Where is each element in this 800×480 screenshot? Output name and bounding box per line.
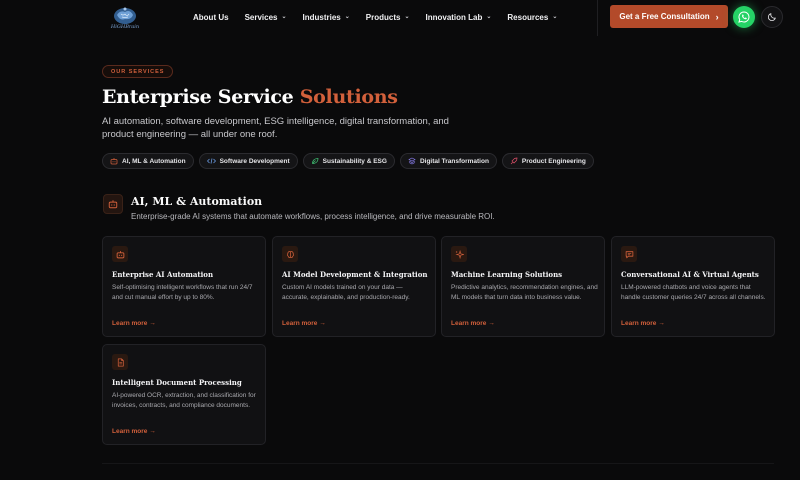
card-title: Enterprise AI Automation xyxy=(112,270,214,279)
nav-link-label: About Us xyxy=(193,12,229,22)
chip-label: Product Engineering xyxy=(521,157,586,165)
title-main: Enterprise Service xyxy=(102,86,294,108)
page-title: Enterprise Service Solutions xyxy=(102,86,398,108)
brain-icon xyxy=(286,250,294,258)
section-subtitle: Enterprise-grade AI systems that automat… xyxy=(131,212,495,221)
logo[interactable]: HiGHBrain xyxy=(110,3,140,33)
document-icon xyxy=(117,357,124,367)
top-navigation: HiGHBrain About Us Services ⌄ Industries ⌄… xyxy=(0,0,800,36)
chip-label: Digital Transformation xyxy=(419,157,489,165)
code-icon xyxy=(206,158,216,164)
service-category-chips: AI, ML & Automation Software Development… xyxy=(102,153,594,169)
chevron-down-icon: ⌄ xyxy=(486,13,492,20)
chip-digital-transformation[interactable]: Digital Transformation xyxy=(399,153,497,169)
cta-label: Get a Free Consultation xyxy=(619,12,710,21)
card-description: LLM-powered chatbots and voice agents th… xyxy=(621,284,766,302)
chat-icon xyxy=(625,250,633,258)
card-title: AI Model Development & Integration xyxy=(282,270,428,279)
chevron-right-icon: › xyxy=(715,11,719,22)
brain-logo-icon xyxy=(114,7,136,24)
chevron-down-icon: ⌄ xyxy=(281,13,287,20)
card-icon xyxy=(112,354,128,370)
card-icon xyxy=(112,246,128,262)
chevron-down-icon: ⌄ xyxy=(344,13,350,20)
nav-link-services[interactable]: Services ⌄ xyxy=(245,13,287,22)
card-description: Predictive analytics, recommendation eng… xyxy=(451,284,598,302)
logo-text: HiGHBrain xyxy=(110,24,140,30)
layers-icon xyxy=(408,157,416,165)
learn-more-link[interactable]: Learn more → xyxy=(282,320,326,327)
chip-label: Sustainability & ESG xyxy=(322,157,387,165)
card-title: Conversational AI & Virtual Agents xyxy=(621,270,759,279)
service-card-intelligent-document-processing[interactable]: Intelligent Document Processing AI-power… xyxy=(102,344,266,445)
robot-icon xyxy=(110,158,118,165)
nav-link-industries[interactable]: Industries ⌄ xyxy=(303,13,350,22)
card-description: Self-optimising intelligent workflows th… xyxy=(112,284,253,302)
card-icon xyxy=(621,246,637,262)
chevron-down-icon: ⌄ xyxy=(552,13,558,20)
card-description: AI-powered OCR, extraction, and classifi… xyxy=(112,392,256,410)
chip-label: AI, ML & Automation xyxy=(122,157,186,165)
page-subtitle: AI automation, software development, ESG… xyxy=(102,116,449,141)
nav-links: About Us Services ⌄ Industries ⌄ Products ⌄… xyxy=(193,0,573,34)
nav-link-label: Services xyxy=(244,12,278,22)
chevron-down-icon: ⌄ xyxy=(404,13,410,20)
section-icon xyxy=(103,194,123,214)
title-accent: Solutions xyxy=(299,86,398,108)
free-consultation-button[interactable]: Get a Free Consultation › xyxy=(610,5,728,28)
nav-divider xyxy=(597,0,598,36)
learn-more-link[interactable]: Learn more → xyxy=(112,320,156,327)
section-title: AI, ML & Automation xyxy=(131,195,263,208)
service-card-conversational-ai[interactable]: Conversational AI & Virtual Agents LLM-p… xyxy=(611,236,775,337)
nav-link-innovation-lab[interactable]: Innovation Lab ⌄ xyxy=(425,13,491,22)
moon-icon xyxy=(767,13,776,22)
card-icon xyxy=(282,246,298,262)
rocket-icon xyxy=(510,157,518,165)
eyebrow-badge: OUR SERVICES xyxy=(102,65,174,78)
theme-toggle-button[interactable] xyxy=(761,6,783,28)
whatsapp-icon xyxy=(738,11,750,23)
chip-software-development[interactable]: Software Development xyxy=(198,153,298,169)
card-icon xyxy=(451,246,467,262)
section-divider xyxy=(102,463,774,464)
nav-link-label: Industries xyxy=(302,12,341,22)
chip-ai-ml-automation[interactable]: AI, ML & Automation xyxy=(102,153,194,169)
service-card-enterprise-ai-automation[interactable]: Enterprise AI Automation Self-optimising… xyxy=(102,236,266,337)
card-title: Intelligent Document Processing xyxy=(112,378,242,387)
whatsapp-button[interactable] xyxy=(733,6,755,28)
sparkles-icon xyxy=(454,249,464,259)
nav-link-about-us[interactable]: About Us xyxy=(193,13,229,22)
service-card-machine-learning[interactable]: Machine Learning Solutions Predictive an… xyxy=(441,236,605,337)
learn-more-link[interactable]: Learn more → xyxy=(621,320,665,327)
robot-icon xyxy=(116,250,124,258)
robot-icon xyxy=(108,200,118,209)
card-title: Machine Learning Solutions xyxy=(451,270,563,279)
learn-more-link[interactable]: Learn more → xyxy=(112,428,156,435)
learn-more-link[interactable]: Learn more → xyxy=(451,320,495,327)
nav-link-products[interactable]: Products ⌄ xyxy=(366,13,410,22)
chip-label: Software Development xyxy=(219,157,290,165)
nav-link-label: Products xyxy=(365,12,401,22)
nav-link-resources[interactable]: Resources ⌄ xyxy=(507,13,557,22)
nav-link-label: Resources xyxy=(507,12,549,22)
chip-sustainability-esg[interactable]: Sustainability & ESG xyxy=(302,153,395,169)
chip-product-engineering[interactable]: Product Engineering xyxy=(501,153,594,169)
card-description: Custom AI models trained on your data — … xyxy=(282,284,410,302)
service-card-ai-model-development[interactable]: AI Model Development & Integration Custo… xyxy=(272,236,436,337)
nav-link-label: Innovation Lab xyxy=(425,12,483,22)
leaf-icon xyxy=(311,158,319,164)
